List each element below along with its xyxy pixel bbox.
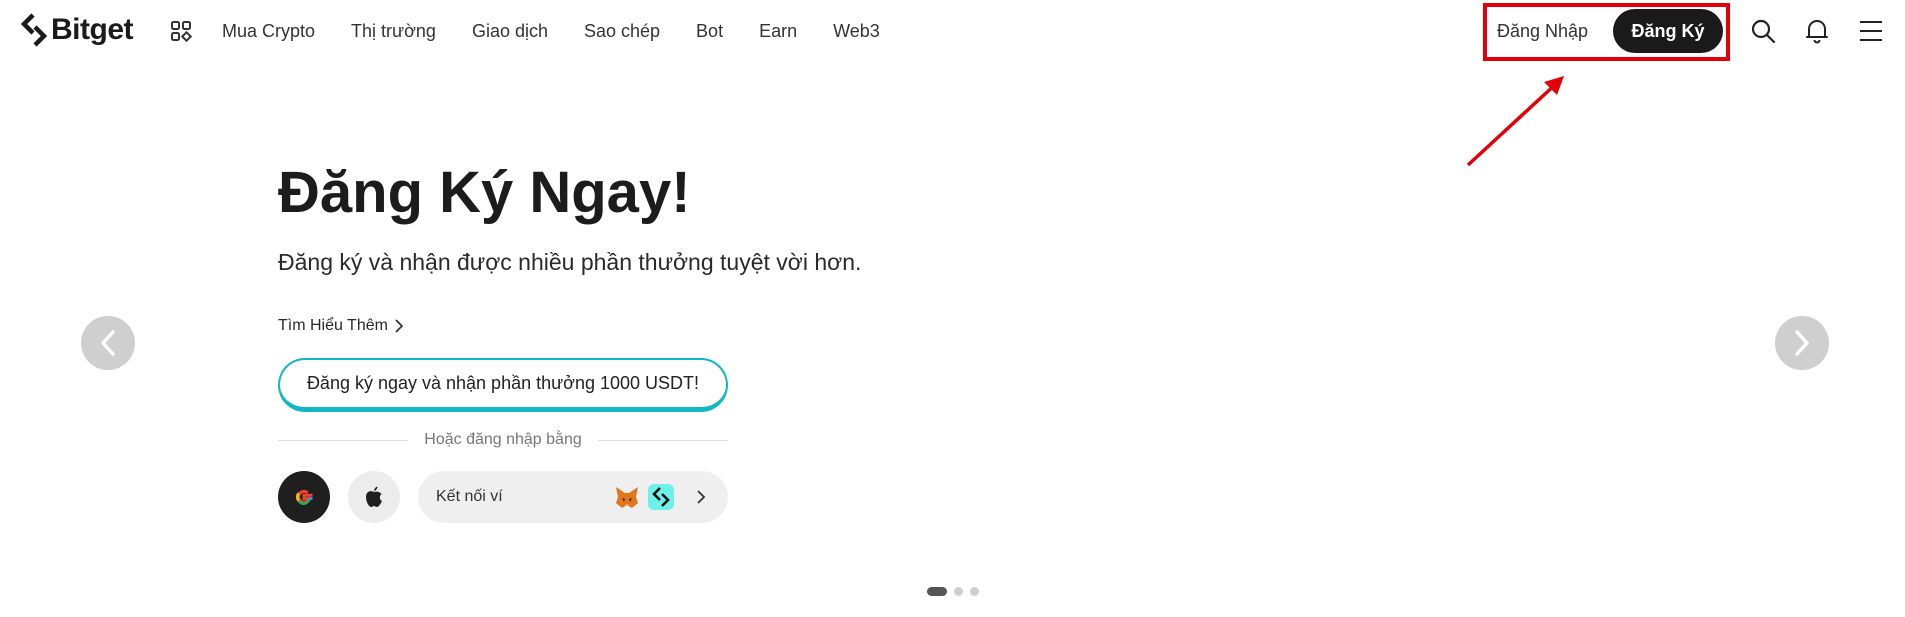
nav-item-copy-trading[interactable]: Sao chép — [584, 19, 660, 43]
learn-more-label: Tìm Hiểu Thêm — [278, 317, 388, 334]
divider-line — [597, 439, 728, 441]
carousel-dots — [927, 587, 979, 596]
carousel-dot[interactable] — [970, 587, 979, 596]
bitget-logo-icon — [20, 13, 48, 47]
hero-subtitle: Đăng ký và nhận được nhiều phần thưởng t… — [278, 249, 862, 275]
metamask-fox-icon — [616, 487, 638, 508]
nav-item-earn[interactable]: Earn — [759, 19, 797, 43]
search-icon[interactable] — [1750, 18, 1776, 44]
apple-login-button[interactable] — [348, 471, 400, 523]
annotation-arrow-icon — [1466, 76, 1564, 167]
annotation-highlight-box — [1483, 3, 1730, 61]
bell-icon[interactable] — [1804, 18, 1830, 44]
chevron-right-icon — [697, 490, 706, 504]
chevron-left-icon — [101, 330, 115, 356]
google-icon — [295, 489, 313, 506]
carousel-prev-button[interactable] — [81, 316, 135, 370]
bitget-wallet-icon — [648, 484, 674, 510]
apps-grid-icon[interactable] — [170, 20, 192, 42]
hero-title: Đăng Ký Ngay! — [278, 160, 691, 225]
divider-line — [278, 439, 409, 441]
connect-wallet-label: Kết nối ví — [436, 488, 503, 505]
alt-login-label: Hoặc đăng nhập bằng — [424, 431, 582, 448]
main-nav: Mua Crypto Thị trường Giao dịch Sao chép… — [222, 19, 916, 43]
menu-icon[interactable] — [1858, 18, 1884, 44]
bitget-logo[interactable]: Bitget — [19, 12, 134, 48]
connect-wallet-button[interactable]: Kết nối ví — [418, 471, 728, 523]
alt-login-divider: Hoặc đăng nhập bằng — [278, 430, 728, 450]
chevron-right-icon — [395, 319, 404, 333]
nav-item-buy-crypto[interactable]: Mua Crypto — [222, 19, 315, 43]
nav-item-bot[interactable]: Bot — [696, 19, 723, 43]
carousel-dot[interactable] — [927, 587, 947, 596]
nav-item-trade[interactable]: Giao dịch — [472, 19, 548, 43]
nav-item-markets[interactable]: Thị trường — [351, 19, 436, 43]
chevron-right-icon — [1795, 330, 1809, 356]
apple-icon — [366, 486, 382, 507]
learn-more-link[interactable]: Tìm Hiểu Thêm — [278, 316, 404, 336]
carousel-dot[interactable] — [954, 587, 963, 596]
logo-text: Bitget — [51, 13, 134, 46]
top-navigation-bar: Bitget Mua Crypto Thị trường Giao dịch S… — [0, 0, 1905, 62]
signup-reward-button[interactable]: Đăng ký ngay và nhận phần thưởng 1000 US… — [278, 358, 728, 412]
nav-item-web3[interactable]: Web3 — [833, 19, 880, 43]
google-login-button[interactable] — [278, 471, 330, 523]
carousel-next-button[interactable] — [1775, 316, 1829, 370]
